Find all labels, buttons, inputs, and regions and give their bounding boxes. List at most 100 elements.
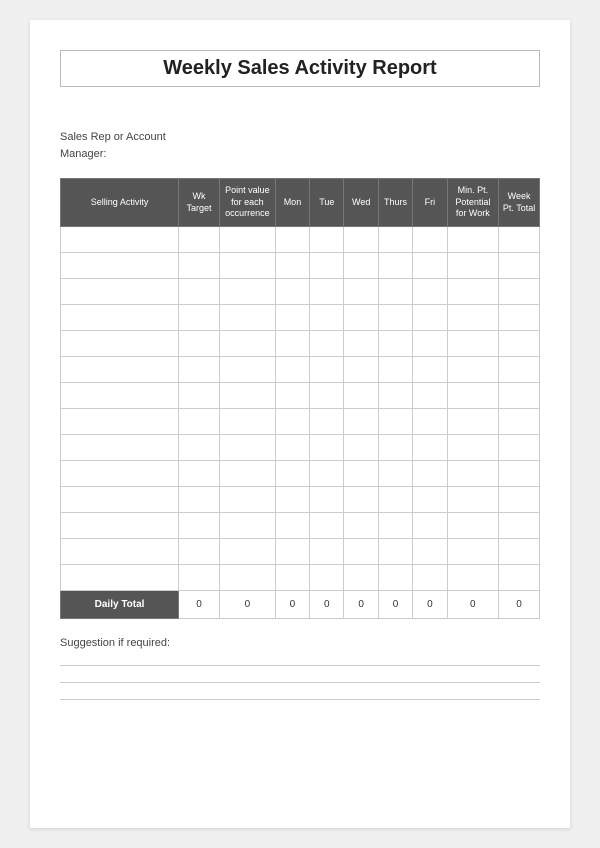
cell-r2-c6	[378, 279, 412, 305]
cell-r7-c8	[447, 409, 499, 435]
cell-r13-c1	[179, 565, 220, 591]
cell-r6-c9	[499, 383, 540, 409]
cell-r4-c0	[61, 331, 179, 357]
cell-r8-c1	[179, 435, 220, 461]
cell-r12-c7	[413, 539, 447, 565]
header-wk-target: Wk Target	[179, 179, 220, 227]
cell-r5-c9	[499, 357, 540, 383]
cell-r12-c1	[179, 539, 220, 565]
cell-r13-c8	[447, 565, 499, 591]
cell-r7-c3	[275, 409, 309, 435]
cell-r1-c0	[61, 253, 179, 279]
cell-r12-c9	[499, 539, 540, 565]
cell-r5-c8	[447, 357, 499, 383]
cell-r3-c5	[344, 305, 378, 331]
cell-r10-c5	[344, 487, 378, 513]
cell-r12-c5	[344, 539, 378, 565]
cell-r2-c5	[344, 279, 378, 305]
cell-r9-c1	[179, 461, 220, 487]
cell-r6-c6	[378, 383, 412, 409]
cell-r11-c7	[413, 513, 447, 539]
cell-r10-c9	[499, 487, 540, 513]
cell-r11-c6	[378, 513, 412, 539]
footer-val-3: 0	[275, 591, 309, 619]
sales-activity-table: Selling Activity Wk Target Point value f…	[60, 178, 540, 619]
table-row	[61, 487, 540, 513]
cell-r10-c2	[219, 487, 275, 513]
cell-r0-c3	[275, 227, 309, 253]
cell-r11-c0	[61, 513, 179, 539]
cell-r6-c7	[413, 383, 447, 409]
cell-r2-c7	[413, 279, 447, 305]
cell-r3-c0	[61, 305, 179, 331]
cell-r9-c4	[310, 461, 344, 487]
cell-r11-c4	[310, 513, 344, 539]
table-row	[61, 409, 540, 435]
cell-r12-c0	[61, 539, 179, 565]
cell-r7-c1	[179, 409, 220, 435]
suggestion-label: Suggestion if required:	[60, 637, 540, 649]
cell-r8-c9	[499, 435, 540, 461]
cell-r2-c0	[61, 279, 179, 305]
table-row	[61, 539, 540, 565]
cell-r0-c2	[219, 227, 275, 253]
cell-r1-c2	[219, 253, 275, 279]
header-mon: Mon	[275, 179, 309, 227]
cell-r4-c6	[378, 331, 412, 357]
cell-r3-c7	[413, 305, 447, 331]
cell-r3-c1	[179, 305, 220, 331]
footer-val-4: 0	[310, 591, 344, 619]
cell-r7-c2	[219, 409, 275, 435]
cell-r10-c3	[275, 487, 309, 513]
cell-r10-c7	[413, 487, 447, 513]
table-row	[61, 461, 540, 487]
cell-r10-c1	[179, 487, 220, 513]
cell-r13-c5	[344, 565, 378, 591]
cell-r4-c2	[219, 331, 275, 357]
cell-r4-c8	[447, 331, 499, 357]
cell-r3-c3	[275, 305, 309, 331]
cell-r6-c8	[447, 383, 499, 409]
cell-r0-c0	[61, 227, 179, 253]
cell-r2-c3	[275, 279, 309, 305]
table-row	[61, 227, 540, 253]
cell-r1-c8	[447, 253, 499, 279]
cell-r2-c1	[179, 279, 220, 305]
cell-r2-c8	[447, 279, 499, 305]
cell-r8-c5	[344, 435, 378, 461]
cell-r9-c8	[447, 461, 499, 487]
cell-r3-c4	[310, 305, 344, 331]
cell-r11-c1	[179, 513, 220, 539]
cell-r9-c6	[378, 461, 412, 487]
cell-r8-c6	[378, 435, 412, 461]
cell-r5-c2	[219, 357, 275, 383]
cell-r3-c6	[378, 305, 412, 331]
cell-r7-c7	[413, 409, 447, 435]
footer-val-5: 0	[344, 591, 378, 619]
cell-r12-c4	[310, 539, 344, 565]
cell-r12-c6	[378, 539, 412, 565]
header-wed: Wed	[344, 179, 378, 227]
header-week-pt: Week Pt. Total	[499, 179, 540, 227]
header-tue: Tue	[310, 179, 344, 227]
cell-r11-c3	[275, 513, 309, 539]
cell-r10-c4	[310, 487, 344, 513]
cell-r4-c3	[275, 331, 309, 357]
cell-r6-c1	[179, 383, 220, 409]
cell-r4-c4	[310, 331, 344, 357]
cell-r13-c3	[275, 565, 309, 591]
table-row	[61, 331, 540, 357]
page-title: Weekly Sales Activity Report	[60, 50, 540, 87]
cell-r0-c1	[179, 227, 220, 253]
cell-r0-c8	[447, 227, 499, 253]
cell-r8-c3	[275, 435, 309, 461]
table-row	[61, 279, 540, 305]
suggestion-lines	[60, 665, 540, 700]
cell-r9-c0	[61, 461, 179, 487]
cell-r10-c0	[61, 487, 179, 513]
cell-r4-c1	[179, 331, 220, 357]
cell-r5-c0	[61, 357, 179, 383]
cell-r8-c8	[447, 435, 499, 461]
header-min-pt: Min. Pt. Potential for Work	[447, 179, 499, 227]
cell-r12-c8	[447, 539, 499, 565]
